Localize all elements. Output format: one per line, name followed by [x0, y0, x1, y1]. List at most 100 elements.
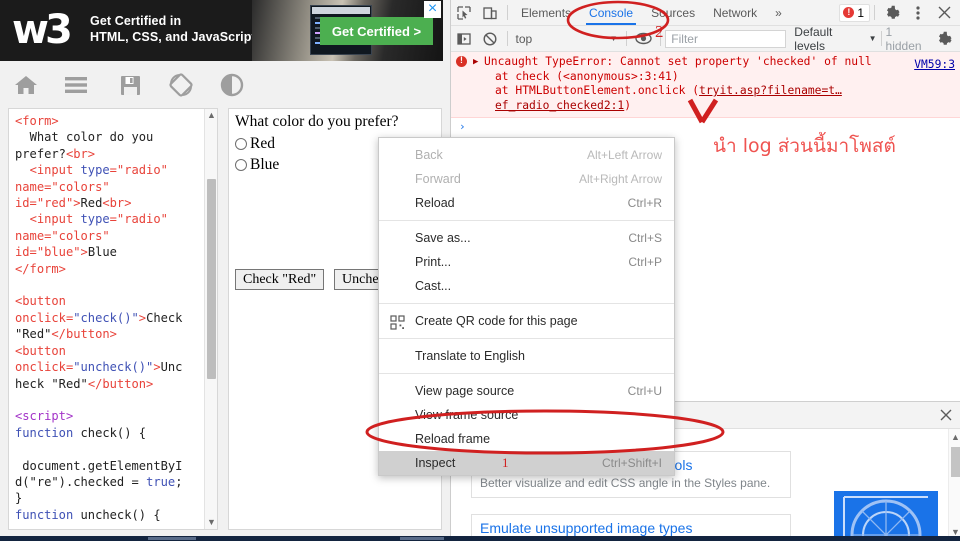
radio-button-red-icon[interactable]: [235, 138, 247, 150]
console-sidebar-icon[interactable]: [451, 27, 477, 51]
context-menu-accel: Ctrl+R: [628, 191, 662, 215]
context-menu-item-reload-frame[interactable]: Reload frame: [379, 427, 674, 451]
inspect-element-icon[interactable]: [451, 1, 477, 25]
context-menu-label: View frame source: [415, 403, 662, 427]
browser-context-menu: Back Alt+Left Arrow Forward Alt+Right Ar…: [378, 137, 675, 476]
scroll-up-icon[interactable]: ▲: [205, 109, 218, 122]
check-red-button[interactable]: Check "Red": [235, 269, 324, 290]
console-toolbar: top ▼ Filter Default levels ▼ 1 hidden: [451, 26, 960, 52]
scroll-up-icon[interactable]: ▲: [949, 431, 960, 444]
save-icon[interactable]: [112, 69, 148, 101]
context-menu-item-forward[interactable]: Forward Alt+Right Arrow: [379, 167, 674, 191]
ad-headline-line2: HTML, CSS, and JavaScript: [90, 29, 256, 45]
preview-radio-red-label: Red: [250, 135, 275, 153]
context-menu-label: Save as...: [415, 226, 628, 250]
chevron-down-icon: ▼: [610, 34, 618, 43]
context-menu-label: Create QR code for this page: [415, 309, 662, 333]
context-menu-label: Reload frame: [415, 427, 662, 451]
chevron-down-icon: ▼: [869, 34, 877, 43]
annotation-step-1: 1: [502, 451, 509, 475]
w3schools-logo: w3: [12, 8, 72, 53]
gear-icon[interactable]: [931, 27, 957, 51]
live-expression-icon[interactable]: [631, 27, 657, 51]
console-levels-selector[interactable]: Default levels ▼: [794, 25, 876, 53]
ad-cta-button[interactable]: Get Certified >: [320, 17, 433, 45]
tab-console[interactable]: Console: [580, 0, 642, 25]
clear-console-icon[interactable]: [477, 27, 503, 51]
code-editor-scrollbar[interactable]: ▲ ▼: [204, 109, 217, 529]
annotation-step-2: 2: [655, 22, 664, 42]
close-icon[interactable]: [937, 406, 955, 424]
stack2-prefix: at HTMLButtonElement.onclick (: [495, 84, 699, 97]
ad-headline: Get Certified in HTML, CSS, and JavaScri…: [90, 13, 256, 45]
preview-question: What color do you prefer?: [235, 113, 399, 131]
context-menu-item-save-as[interactable]: Save as... Ctrl+S: [379, 226, 674, 250]
menu-icon[interactable]: [58, 69, 94, 101]
tab-network[interactable]: Network: [704, 0, 766, 25]
whats-new-scrollbar[interactable]: ▲ ▼: [948, 429, 960, 541]
stack2-suffix: ): [624, 99, 631, 112]
console-error-stack-2: at HTMLButtonElement.onclick (tryit.asp?…: [451, 84, 960, 113]
context-menu-accel: Ctrl+S: [628, 226, 662, 250]
context-menu-item-translate[interactable]: Translate to English: [379, 344, 674, 368]
context-menu-item-back[interactable]: Back Alt+Left Arrow: [379, 143, 674, 167]
close-icon[interactable]: ×: [424, 1, 441, 18]
code-scroll-thumb[interactable]: [207, 179, 216, 379]
context-menu-label: View page source: [415, 379, 628, 403]
error-count-badge[interactable]: ! 1: [839, 4, 870, 22]
taskbar-strip: [0, 536, 960, 541]
ad-headline-line1: Get Certified in: [90, 13, 256, 29]
context-menu-label: Forward: [415, 167, 579, 191]
context-menu-label: Translate to English: [415, 344, 662, 368]
preview-radio-blue[interactable]: Blue: [235, 156, 279, 174]
context-menu-item-create-qr-code[interactable]: Create QR code for this page: [379, 309, 674, 333]
console-context-selector[interactable]: top ▼: [512, 32, 622, 46]
context-menu-item-view-page-source[interactable]: View page source Ctrl+U: [379, 379, 674, 403]
device-toolbar-icon[interactable]: [477, 1, 503, 25]
context-menu-item-inspect[interactable]: Inspect 1 Ctrl+Shift+I: [379, 451, 674, 475]
tab-sources[interactable]: Sources: [642, 0, 704, 25]
kebab-menu-icon[interactable]: [905, 1, 931, 25]
context-menu-label: Back: [415, 143, 587, 167]
context-menu-item-print[interactable]: Print... Ctrl+P: [379, 250, 674, 274]
tryit-toolbar: Run »: [0, 61, 450, 108]
gear-icon[interactable]: [879, 1, 905, 25]
console-error-message[interactable]: ! ▶ Uncaught TypeError: Cannot set prope…: [451, 52, 960, 118]
context-menu-divider: [379, 220, 674, 221]
context-menu-accel: Alt+Right Arrow: [579, 167, 662, 191]
context-menu-item-reload[interactable]: Reload Ctrl+R: [379, 191, 674, 215]
close-icon[interactable]: [931, 1, 957, 25]
context-menu-item-view-frame-source[interactable]: View frame source: [379, 403, 674, 427]
context-menu-label: Cast...: [415, 274, 662, 298]
ad-banner: w3 Get Certified in HTML, CSS, and JavaS…: [0, 0, 443, 61]
contrast-icon[interactable]: [214, 69, 250, 101]
context-menu-divider: [379, 373, 674, 374]
whats-new-scroll-thumb[interactable]: [951, 447, 960, 477]
context-menu-accel: Ctrl+P: [628, 250, 662, 274]
context-menu-label: Reload: [415, 191, 628, 215]
console-error-stack-1: at check (<anonymous>:3:41): [451, 70, 960, 85]
error-count-label: 1: [857, 6, 864, 20]
console-filter-input[interactable]: Filter: [665, 30, 786, 48]
context-menu-label: Print...: [415, 250, 628, 274]
context-menu-accel: Alt+Left Arrow: [587, 143, 662, 167]
preview-radio-blue-label: Blue: [250, 156, 279, 174]
console-error-source-link[interactable]: VM59:3: [914, 58, 955, 73]
expand-triangle-icon[interactable]: ▶: [473, 55, 478, 70]
tab-elements[interactable]: Elements: [512, 0, 580, 25]
rotate-icon[interactable]: [163, 69, 199, 101]
radio-button-blue-icon[interactable]: [235, 159, 247, 171]
console-levels-label: Default levels: [794, 25, 865, 53]
home-icon[interactable]: [8, 69, 44, 101]
context-menu-accel: Ctrl+U: [628, 379, 662, 403]
scroll-down-icon[interactable]: ▼: [205, 516, 218, 529]
annotation-thai-note: นำ log ส่วนนี้มาโพสต์: [713, 131, 896, 161]
qr-code-icon: [390, 314, 405, 329]
context-menu-divider: [379, 338, 674, 339]
code-editor[interactable]: <form> What color do you prefer?<br> <in…: [8, 108, 218, 530]
whats-new-card-1-subtitle: Better visualize and edit CSS angle in t…: [480, 475, 782, 491]
error-icon: !: [843, 7, 854, 18]
preview-radio-red[interactable]: Red: [235, 135, 275, 153]
more-tabs-icon[interactable]: »: [766, 0, 791, 25]
context-menu-item-cast[interactable]: Cast...: [379, 274, 674, 298]
